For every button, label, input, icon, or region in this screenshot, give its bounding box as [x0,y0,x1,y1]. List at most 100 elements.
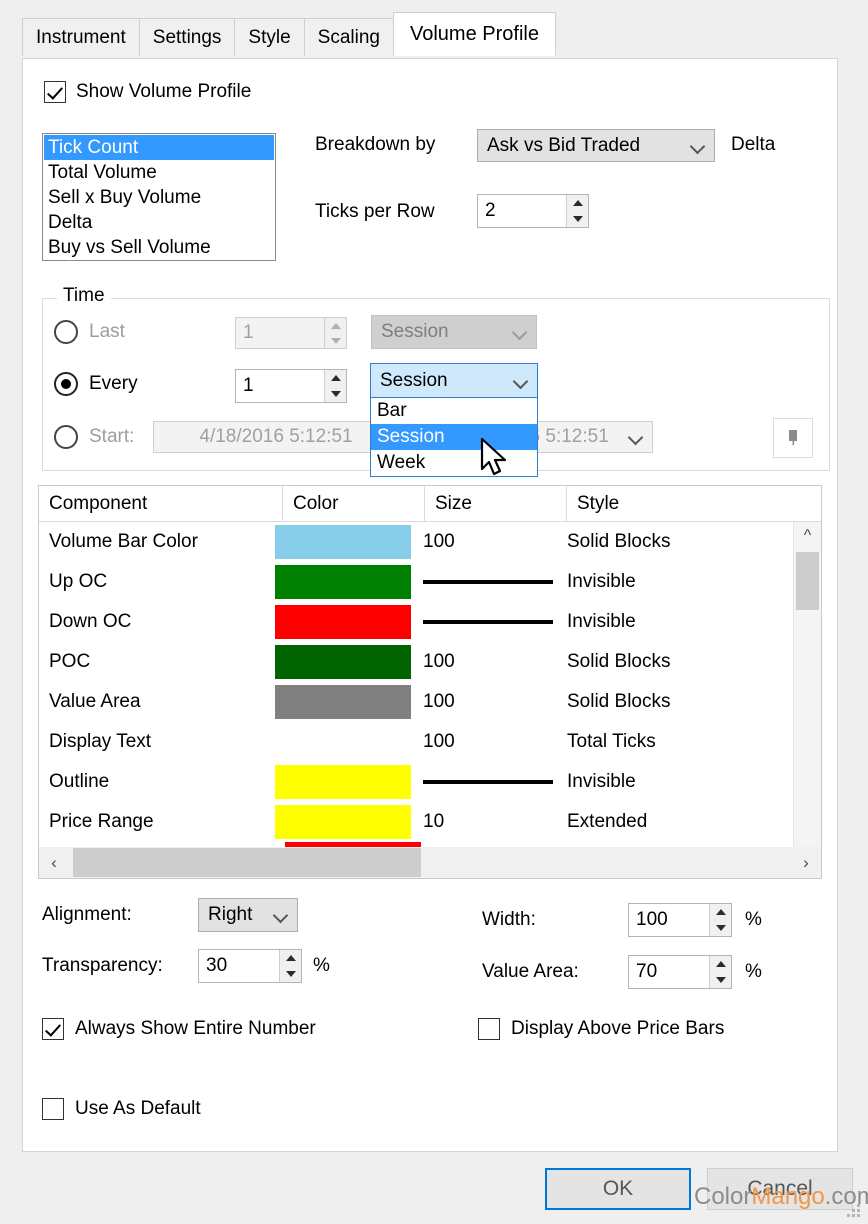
cell-style[interactable]: Invisible [559,762,821,802]
spinner-arrows[interactable] [566,195,588,227]
spinner-up-icon[interactable] [710,904,731,920]
cell-size[interactable] [417,562,559,602]
list-item[interactable]: Sell x Buy Volume [44,185,274,210]
tab-style[interactable]: Style [234,18,305,56]
width-spinner[interactable]: 100 [628,903,732,937]
cell-style[interactable]: Solid Blocks [559,682,821,722]
vertical-scroll-thumb[interactable] [796,552,819,610]
color-swatch[interactable] [275,525,411,559]
ticks-per-row-spinner[interactable]: 2 [477,194,589,228]
scroll-right-icon[interactable]: › [791,853,821,873]
cell-color[interactable] [275,602,417,642]
list-item[interactable]: Buy vs Sell Volume [44,235,274,260]
radio-button[interactable] [54,372,78,396]
alignment-combo[interactable]: Right [198,898,298,932]
show-volume-profile-checkbox[interactable]: Show Volume Profile [44,81,251,103]
radio-start[interactable]: Start: [54,425,134,449]
checkbox-box[interactable] [42,1098,64,1120]
checkbox-box[interactable] [42,1018,64,1040]
calendar-button[interactable] [773,418,813,458]
spinner-arrows[interactable] [279,950,301,982]
table-vertical-scrollbar[interactable]: ^ ˅ [793,522,821,878]
cell-style[interactable]: Extended [559,802,821,842]
color-swatch[interactable] [275,765,411,799]
checkbox-box[interactable] [478,1018,500,1040]
spinner-up-icon[interactable] [710,956,731,972]
spinner-down-icon[interactable] [567,211,588,227]
color-swatch[interactable] [275,805,411,839]
list-item[interactable]: Delta [44,210,274,235]
radio-button[interactable] [54,425,78,449]
list-item[interactable]: Total Volume [44,160,274,185]
spinner-down-icon[interactable] [710,972,731,988]
cell-color[interactable] [275,642,417,682]
value-area-value[interactable]: 70 [629,961,709,983]
spinner-up-icon[interactable] [280,950,301,966]
transparency-value[interactable]: 30 [199,955,279,977]
cell-size[interactable]: 10 [417,802,559,842]
width-value[interactable]: 100 [629,909,709,931]
spinner-arrows[interactable] [709,904,731,936]
cell-color[interactable] [275,762,417,802]
cell-style[interactable]: Solid Blocks [559,642,821,682]
cell-color[interactable] [275,722,417,762]
tab-scaling[interactable]: Scaling [303,18,394,56]
table-horizontal-scrollbar[interactable]: ‹ › [38,847,822,879]
tab-strip[interactable]: Instrument Settings Style Scaling Volume… [22,12,556,56]
spinner-arrows[interactable] [709,956,731,988]
cell-color[interactable] [275,802,417,842]
radio-every[interactable]: Every [54,372,138,396]
spinner-down-icon[interactable] [710,920,731,936]
spinner-arrows[interactable] [324,370,346,402]
color-swatch[interactable] [275,685,411,719]
spinner-down-icon[interactable] [280,966,301,982]
every-count-spinner[interactable]: 1 [235,369,347,403]
table-row[interactable]: Display Text 100 Total Ticks [39,722,821,762]
table-row[interactable]: Price Range 10 Extended [39,802,821,842]
horizontal-scroll-thumb[interactable] [73,848,421,877]
table-row[interactable]: POC 100 Solid Blocks [39,642,821,682]
color-swatch[interactable] [275,645,411,679]
cell-color[interactable] [275,682,417,722]
cell-size[interactable]: 100 [417,642,559,682]
color-swatch[interactable] [275,565,411,599]
checkbox-box[interactable] [44,81,66,103]
scroll-up-icon[interactable]: ^ [794,522,821,550]
tab-instrument[interactable]: Instrument [22,18,140,56]
spinner-up-icon[interactable] [567,195,588,211]
dropdown-option-bar[interactable]: Bar [371,398,537,424]
ok-button[interactable]: OK [545,1168,691,1210]
cell-size[interactable]: 100 [417,722,559,762]
breakdown-by-combo[interactable]: Ask vs Bid Traded [477,129,715,162]
cell-color[interactable] [275,562,417,602]
table-row[interactable]: Value Area 100 Solid Blocks [39,682,821,722]
table-row[interactable]: Outline Invisible [39,762,821,802]
use-as-default-checkbox[interactable]: Use As Default [42,1098,201,1120]
scroll-left-icon[interactable]: ‹ [39,853,69,873]
transparency-spinner[interactable]: 30 [198,949,302,983]
spinner-down-icon[interactable] [325,386,346,402]
cell-color[interactable] [275,522,417,562]
every-unit-combo[interactable]: Session [370,363,538,398]
cell-style[interactable]: Invisible [559,562,821,602]
always-show-entire-number-checkbox[interactable]: Always Show Entire Number [42,1018,316,1040]
profile-type-listbox[interactable]: Tick Count Total Volume Sell x Buy Volum… [42,133,276,261]
cell-size[interactable] [417,602,559,642]
cell-size[interactable]: 100 [417,682,559,722]
color-swatch[interactable] [275,605,411,639]
tab-volume-profile[interactable]: Volume Profile [393,12,556,56]
components-table[interactable]: Component Color Size Style Volume Bar Co… [38,485,822,879]
cell-style[interactable]: Total Ticks [559,722,821,762]
radio-last[interactable]: Last [54,320,125,344]
resize-grip-icon[interactable] [846,1204,862,1220]
list-item[interactable]: Tick Count [44,135,274,160]
table-row[interactable]: Down OC Invisible [39,602,821,642]
value-area-spinner[interactable]: 70 [628,955,732,989]
cell-size[interactable]: 100 [417,522,559,562]
cell-style[interactable]: Solid Blocks [559,522,821,562]
ticks-per-row-value[interactable]: 2 [478,200,566,222]
table-row[interactable]: Volume Bar Color 100 Solid Blocks [39,522,821,562]
table-row[interactable]: Up OC Invisible [39,562,821,602]
spinner-up-icon[interactable] [325,370,346,386]
display-above-price-bars-checkbox[interactable]: Display Above Price Bars [478,1018,724,1040]
